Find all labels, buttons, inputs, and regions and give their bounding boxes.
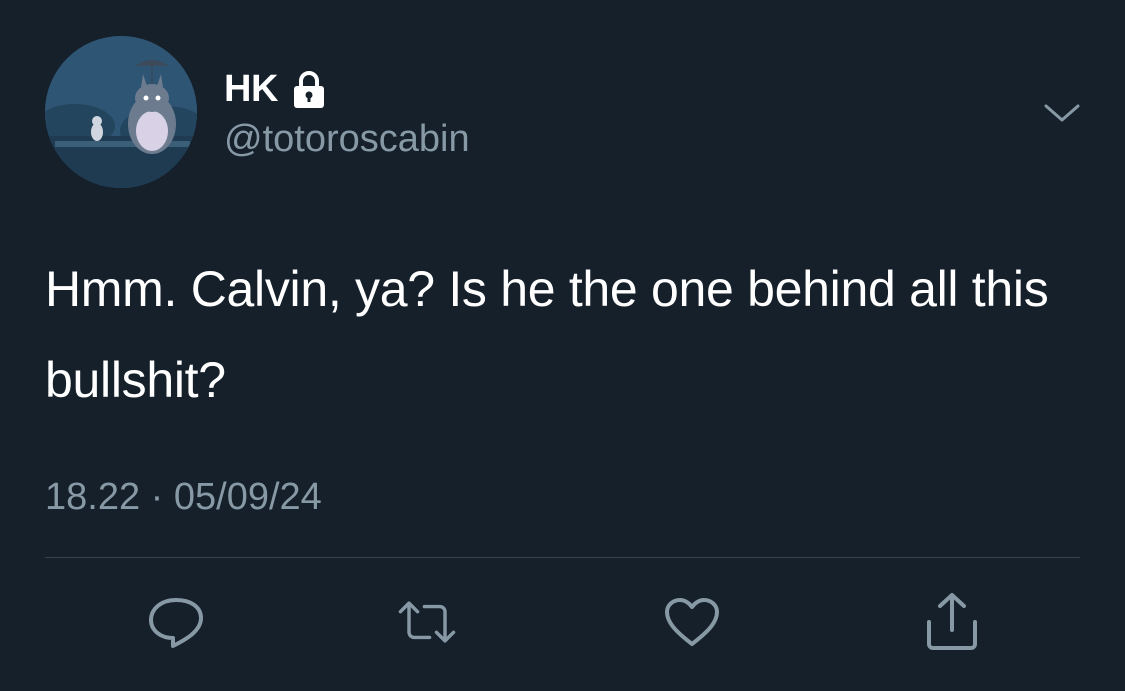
share-button[interactable] xyxy=(922,592,982,652)
tweet-card: HK @totoroscabin Hmm. Calvin, ya? Is he … xyxy=(0,0,1125,691)
reply-button[interactable] xyxy=(146,592,206,652)
display-name[interactable]: HK xyxy=(224,68,278,111)
heart-icon xyxy=(665,598,719,646)
divider xyxy=(45,557,1080,558)
tweet-text: Hmm. Calvin, ya? Is he the one behind al… xyxy=(45,261,1049,408)
share-icon xyxy=(927,593,977,650)
retweet-icon xyxy=(398,601,456,643)
tweet-timestamp[interactable]: 18.22 · 05/09/24 xyxy=(45,476,322,519)
totoro-avatar-icon xyxy=(45,36,197,188)
reply-icon xyxy=(149,598,203,648)
display-name-row: HK xyxy=(224,66,330,112)
chevron-down-icon[interactable] xyxy=(1042,98,1082,128)
user-handle[interactable]: @totoroscabin xyxy=(224,118,470,161)
lock-icon xyxy=(288,68,330,110)
retweet-button[interactable] xyxy=(397,592,457,652)
avatar[interactable] xyxy=(45,36,197,188)
like-button[interactable] xyxy=(662,592,722,652)
